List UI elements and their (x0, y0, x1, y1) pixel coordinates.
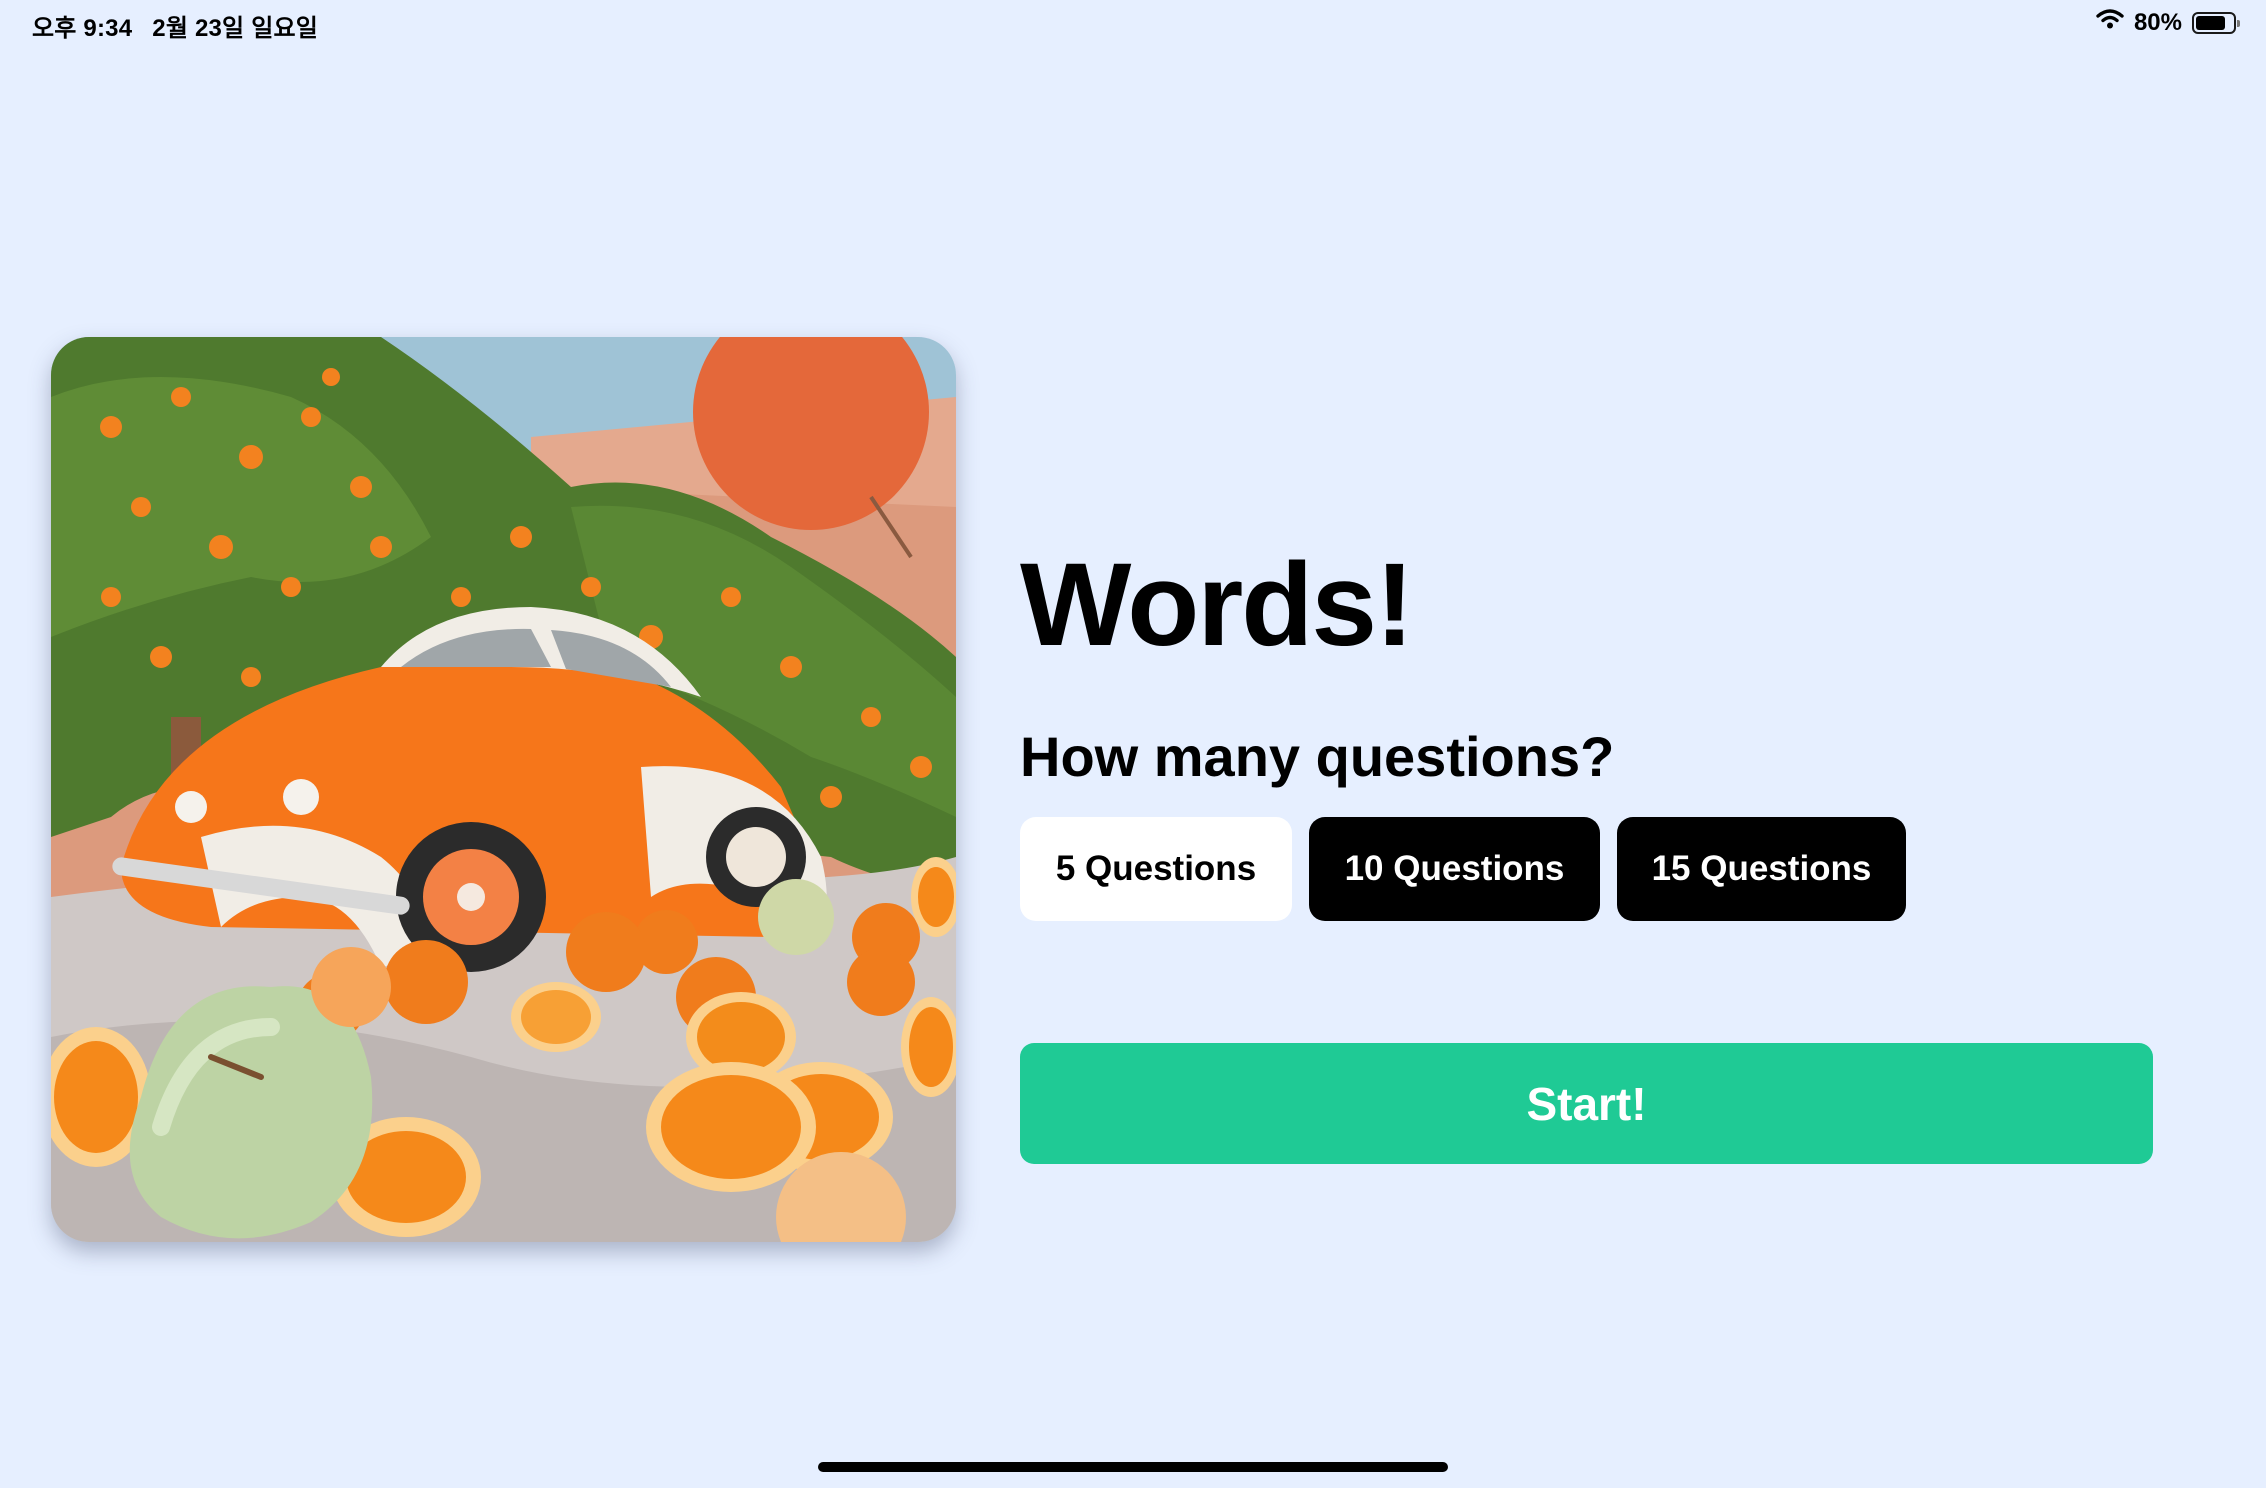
status-date: 2월 23일 일요일 (152, 15, 319, 42)
home-indicator[interactable] (818, 1462, 1448, 1472)
status-left: 오후 9:34 2월 23일 일요일 (32, 8, 338, 43)
option-15-questions-button[interactable]: 15 Questions (1617, 817, 1906, 921)
hero-illustration (51, 337, 956, 1242)
battery-level-fill (2196, 15, 2225, 30)
page-title: Words! (1020, 539, 1414, 671)
battery-cap (2237, 19, 2240, 27)
status-right: 80% (2096, 8, 2240, 37)
battery-percent: 80% (2133, 8, 2182, 36)
option-10-questions-button[interactable]: 10 Questions (1309, 817, 1600, 921)
status-bar: 오후 9:34 2월 23일 일요일 80% (0, 0, 2266, 48)
status-time: 오후 9:34 (32, 15, 133, 42)
wifi-icon (2096, 8, 2124, 37)
orange-car-illustration (51, 337, 956, 1242)
battery-icon (2192, 11, 2240, 34)
question-count-options: 5 Questions 10 Questions 15 Questions (1020, 817, 1906, 921)
start-button[interactable]: Start! (1020, 1043, 2153, 1164)
option-5-questions-button[interactable]: 5 Questions (1020, 817, 1292, 921)
question-count-prompt: How many questions? (1020, 725, 1615, 788)
